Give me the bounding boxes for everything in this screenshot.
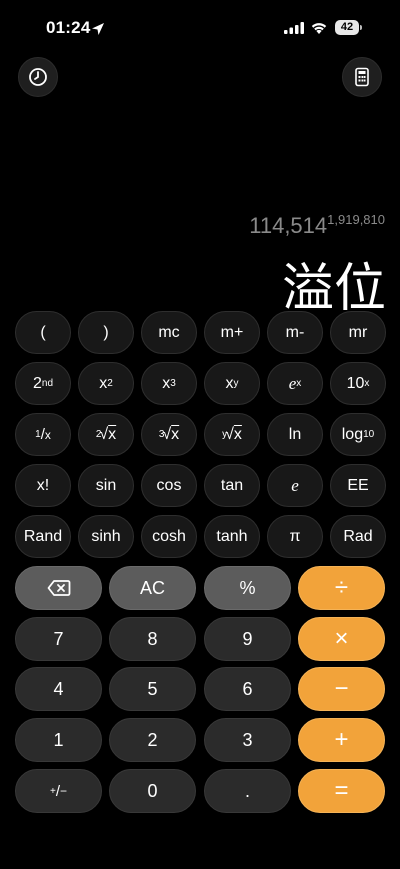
digit-2-button[interactable]: 2 xyxy=(109,718,196,762)
calculator-icon xyxy=(355,67,369,87)
x-squared-key[interactable]: x2 xyxy=(78,362,134,405)
plus-button[interactable]: + xyxy=(298,718,385,762)
calculator-mode-button[interactable] xyxy=(342,57,382,97)
equals-button[interactable]: = xyxy=(298,769,385,813)
square-root-key[interactable]: 2 √ x xyxy=(78,413,134,456)
reciprocal-key[interactable]: 1/x xyxy=(15,413,71,456)
all-clear-button[interactable]: AC xyxy=(109,566,196,610)
sinh-key[interactable]: sinh xyxy=(78,515,134,558)
digit-0-button[interactable]: 0 xyxy=(109,769,196,813)
tan-key[interactable]: tan xyxy=(204,464,260,507)
battery-icon: 42 xyxy=(335,20,363,35)
digit-1-button[interactable]: 1 xyxy=(15,718,102,762)
e-power-x-key[interactable]: ex xyxy=(267,362,323,405)
calculator-screen: 01:24 42 114,5141,919,810 溢位 () mc m+ m… xyxy=(0,0,400,869)
log10-key[interactable]: log 10 xyxy=(330,413,386,456)
e-constant-key[interactable]: e xyxy=(267,464,323,507)
expression-exponent: 1,919,810 xyxy=(327,212,385,227)
close-paren-key[interactable]: ) xyxy=(78,311,134,354)
m-plus-key[interactable]: m+ xyxy=(204,311,260,354)
battery-level: 42 xyxy=(335,20,359,35)
cosh-key[interactable]: cosh xyxy=(141,515,197,558)
rand-key[interactable]: Rand xyxy=(15,515,71,558)
signal-icon xyxy=(284,22,304,34)
location-arrow-icon xyxy=(92,23,104,35)
history-icon xyxy=(29,68,47,86)
digit-4-button[interactable]: 4 xyxy=(15,667,102,711)
rad-key[interactable]: Rad xyxy=(330,515,386,558)
digit-8-button[interactable]: 8 xyxy=(109,617,196,661)
digit-6-button[interactable]: 6 xyxy=(204,667,291,711)
history-button[interactable] xyxy=(18,57,58,97)
result-display: 溢位 xyxy=(281,259,386,319)
tanh-key[interactable]: tanh xyxy=(204,515,260,558)
digit-9-button[interactable]: 9 xyxy=(204,617,291,661)
second-key[interactable]: 2nd xyxy=(15,362,71,405)
factorial-key[interactable]: x! xyxy=(15,464,71,507)
status-time: 01:24 xyxy=(46,18,91,37)
x-cubed-key[interactable]: x3 xyxy=(141,362,197,405)
digit-3-button[interactable]: 3 xyxy=(204,718,291,762)
wifi-icon xyxy=(311,23,327,34)
status-bar: 01:24 42 xyxy=(0,0,400,60)
ten-power-x-key[interactable]: 10 x xyxy=(330,362,386,405)
cos-key[interactable]: cos xyxy=(141,464,197,507)
minus-button[interactable]: − xyxy=(298,667,385,711)
multiply-button[interactable]: × xyxy=(298,617,385,661)
digit-7-button[interactable]: 7 xyxy=(15,617,102,661)
pi-key[interactable]: π xyxy=(267,515,323,558)
y-root-key[interactable]: y √ x xyxy=(204,413,260,456)
backspace-button[interactable] xyxy=(15,566,102,610)
percent-button[interactable]: % xyxy=(204,566,291,610)
sin-key[interactable]: sin xyxy=(78,464,134,507)
m-minus-key[interactable]: m- xyxy=(267,311,323,354)
divide-button[interactable]: ÷ xyxy=(298,566,385,610)
expression-display: 114,5141,919,810 xyxy=(249,212,385,239)
x-power-y-key[interactable]: xy xyxy=(204,362,260,405)
digit-5-button[interactable]: 5 xyxy=(109,667,196,711)
ln-key[interactable]: ln xyxy=(267,413,323,456)
backspace-icon xyxy=(47,580,70,596)
mr-key[interactable]: mr xyxy=(330,311,386,354)
ee-key[interactable]: EE xyxy=(330,464,386,507)
decimal-button[interactable]: . xyxy=(204,769,291,813)
expression-base: 114,514 xyxy=(249,213,328,238)
sign-toggle-button[interactable]: + / − xyxy=(15,769,102,813)
cube-root-key[interactable]: 3 √ x xyxy=(141,413,197,456)
open-paren-key[interactable]: ( xyxy=(15,311,71,354)
mc-key[interactable]: mc xyxy=(141,311,197,354)
